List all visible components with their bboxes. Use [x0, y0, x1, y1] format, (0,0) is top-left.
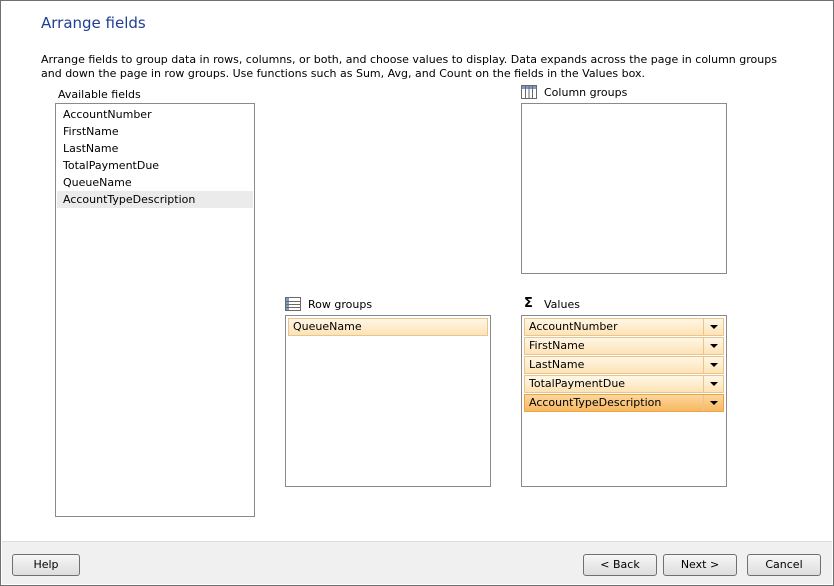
- chevron-down-icon[interactable]: [703, 319, 723, 335]
- value-field-active[interactable]: AccountTypeDescription: [524, 394, 724, 412]
- value-field-label: TotalPaymentDue: [529, 377, 626, 390]
- value-field-label: AccountTypeDescription: [529, 396, 662, 409]
- available-field-item[interactable]: TotalPaymentDue: [57, 157, 253, 174]
- button-bar: Help < Back Next > Cancel: [2, 541, 832, 584]
- values-box[interactable]: AccountNumber FirstName LastName TotalPa…: [521, 315, 727, 487]
- row-groups-label: Row groups: [308, 298, 373, 311]
- value-field[interactable]: TotalPaymentDue: [524, 375, 724, 393]
- chevron-down-icon[interactable]: [703, 376, 723, 392]
- column-groups-box[interactable]: [521, 103, 727, 274]
- page-title: Arrange fields: [41, 14, 146, 32]
- cancel-button[interactable]: Cancel: [747, 554, 821, 576]
- value-field-label: LastName: [529, 358, 585, 371]
- value-field[interactable]: AccountNumber: [524, 318, 724, 336]
- chevron-down-icon[interactable]: [703, 338, 723, 354]
- page-description: Arrange fields to group data in rows, co…: [41, 53, 777, 80]
- sigma-icon: Σ: [524, 296, 533, 311]
- wizard-window: Arrange fields Arrange fields to group d…: [0, 0, 834, 586]
- chevron-down-icon[interactable]: [703, 357, 723, 373]
- row-group-field[interactable]: QueueName: [288, 318, 488, 336]
- available-field-item-selected[interactable]: AccountTypeDescription: [57, 191, 253, 208]
- value-field-label: AccountNumber: [529, 320, 618, 333]
- value-field[interactable]: FirstName: [524, 337, 724, 355]
- table-columns-icon: [521, 85, 537, 102]
- available-fields-list[interactable]: AccountNumber FirstName LastName TotalPa…: [55, 103, 255, 517]
- chevron-down-icon[interactable]: [703, 395, 723, 411]
- row-group-field-label: QueueName: [293, 320, 362, 333]
- column-groups-label: Column groups: [544, 86, 628, 99]
- available-field-item[interactable]: QueueName: [57, 174, 253, 191]
- available-field-item[interactable]: FirstName: [57, 123, 253, 140]
- available-fields-label: Available fields: [58, 88, 141, 101]
- value-field[interactable]: LastName: [524, 356, 724, 374]
- table-rows-icon: [285, 297, 301, 314]
- help-button[interactable]: Help: [12, 554, 80, 576]
- values-label: Values: [544, 298, 580, 311]
- value-field-label: FirstName: [529, 339, 585, 352]
- row-groups-box[interactable]: QueueName: [285, 315, 491, 487]
- available-field-item[interactable]: AccountNumber: [57, 106, 253, 123]
- back-button[interactable]: < Back: [583, 554, 657, 576]
- next-button[interactable]: Next >: [663, 554, 737, 576]
- available-field-item[interactable]: LastName: [57, 140, 253, 157]
